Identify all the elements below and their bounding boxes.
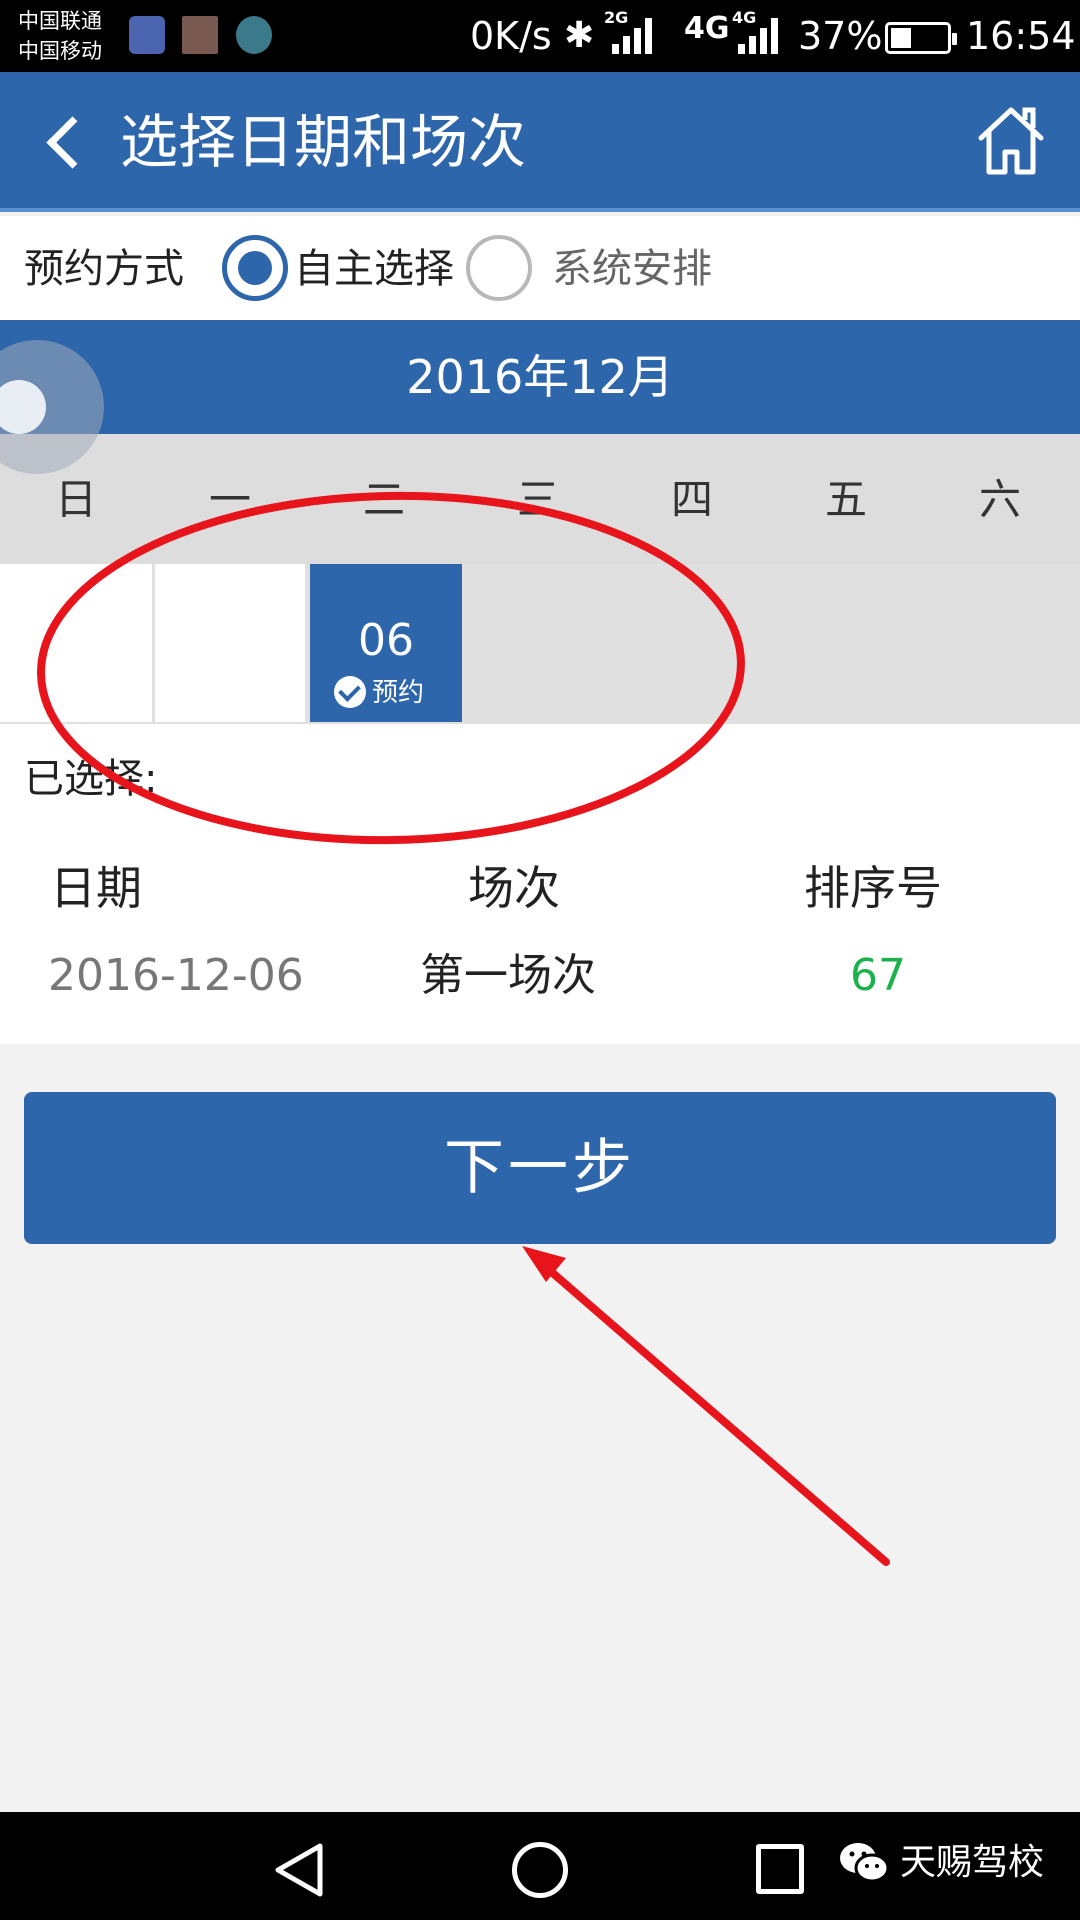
clock: 16:54 bbox=[966, 14, 1076, 58]
check-circle-icon bbox=[334, 676, 366, 708]
column-header-session: 场次 bbox=[468, 861, 560, 915]
signal-1-icon bbox=[612, 18, 656, 54]
selected-label: 已选择: bbox=[24, 756, 158, 802]
avatar-app-icon bbox=[236, 16, 272, 54]
weekday-mon: 一 bbox=[208, 475, 251, 524]
weekday-sat: 六 bbox=[978, 475, 1021, 524]
watermark: 天赐驾校 bbox=[838, 1838, 1044, 1888]
selected-date: 2016-12-06 bbox=[48, 950, 304, 1001]
weekday-sun: 日 bbox=[54, 475, 97, 524]
calendar-month-title: 2016年12月 bbox=[0, 320, 1080, 434]
network-type-2: 4G bbox=[684, 11, 730, 46]
radio-self-select[interactable] bbox=[222, 235, 288, 301]
chevron-left-icon[interactable] bbox=[34, 106, 94, 176]
column-header-date: 日期 bbox=[50, 861, 142, 915]
status-bar: 中国联通 中国移动 0K/s ✱ 2G 4G 4G 37% 16:54 bbox=[0, 0, 1080, 72]
network-speed: 0K/s bbox=[470, 14, 552, 58]
app-header: 选择日期和场次 bbox=[0, 72, 1080, 212]
watermark-text: 天赐驾校 bbox=[900, 1842, 1045, 1883]
calendar-week-row: 06 预约 bbox=[0, 564, 1080, 724]
signal-2-icon bbox=[738, 18, 782, 54]
carrier-2: 中国移动 bbox=[18, 39, 102, 63]
booking-method-row: 预约方式 自主选择 系统安排 bbox=[0, 216, 1080, 320]
bluetooth-icon: ✱ bbox=[564, 15, 595, 56]
home-icon[interactable] bbox=[975, 102, 1047, 178]
booking-tag-label: 预约 bbox=[372, 678, 425, 708]
option-self-select-label[interactable]: 自主选择 bbox=[294, 242, 454, 296]
annotation-arrowhead bbox=[522, 1246, 566, 1282]
weekday-fri: 五 bbox=[824, 475, 867, 524]
radio-system-arrange[interactable] bbox=[466, 235, 532, 301]
next-step-button[interactable]: 下一步 bbox=[24, 1092, 1056, 1244]
weekday-wed: 三 bbox=[516, 475, 559, 524]
calendar-empty-cell bbox=[0, 564, 152, 722]
selected-session: 第一场次 bbox=[420, 950, 596, 1001]
system-nav-bar: 天赐驾校 bbox=[0, 1812, 1080, 1920]
weekday-thu: 四 bbox=[670, 475, 713, 524]
calendar-empty-cell bbox=[155, 564, 305, 722]
selection-summary: 已选择: 日期 场次 排序号 2016-12-06 第一场次 67 bbox=[0, 724, 1080, 1044]
weekday-tue: 二 bbox=[362, 475, 405, 524]
nav-home-icon[interactable] bbox=[512, 1842, 568, 1898]
calendar-day-number: 06 bbox=[358, 615, 414, 666]
battery-percent: 37% bbox=[798, 14, 883, 58]
page-title: 选择日期和场次 bbox=[120, 108, 527, 176]
calendar-day-selected[interactable]: 06 预约 bbox=[310, 564, 462, 722]
battery-icon bbox=[885, 22, 957, 54]
photo-app-icon bbox=[182, 16, 218, 54]
nav-recent-icon[interactable] bbox=[756, 1844, 804, 1894]
selected-order-number: 67 bbox=[850, 950, 906, 1001]
health-app-icon bbox=[129, 16, 165, 54]
booking-tag: 预约 bbox=[334, 676, 424, 710]
annotation-arrow bbox=[536, 1258, 890, 1566]
nav-back-icon[interactable] bbox=[272, 1842, 328, 1898]
carrier-1: 中国联通 bbox=[18, 9, 102, 33]
carrier-info: 中国联通 中国移动 bbox=[18, 6, 102, 66]
column-header-order: 排序号 bbox=[804, 861, 942, 915]
wechat-icon bbox=[840, 1843, 890, 1883]
option-system-arrange-label[interactable]: 系统安排 bbox=[552, 242, 712, 296]
booking-method-label: 预约方式 bbox=[24, 246, 184, 292]
weekday-header: 日 一 二 三 四 五 六 bbox=[0, 434, 1080, 564]
